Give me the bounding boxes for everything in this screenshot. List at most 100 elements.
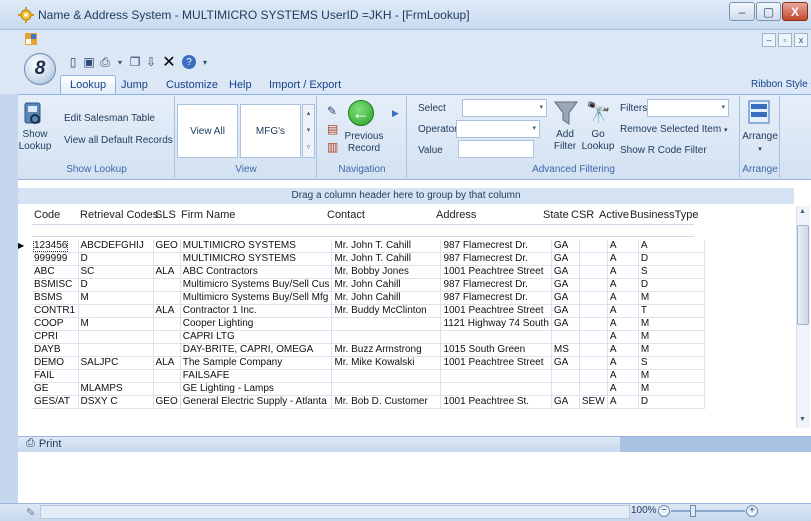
cell-active[interactable]: A [607,252,639,267]
cell-active[interactable]: A [607,356,639,371]
cell-retrieval-codes[interactable]: D [78,278,154,293]
cell-business-type[interactable]: M [638,317,705,332]
copy-icon[interactable]: ❐ [128,55,142,69]
cell-sls[interactable]: GEO [153,240,181,254]
cell-state[interactable] [551,330,580,345]
cell-contact[interactable]: Mr. John Cahill [331,291,442,306]
cell-contact[interactable]: Mr. John T. Cahill [331,240,442,254]
cell-active[interactable]: A [607,265,639,280]
cell-firm-name[interactable]: MULTIMICRO SYSTEMS [180,240,333,254]
mdi-minimize-button[interactable]: – [762,33,776,47]
cell-contact[interactable]: Mr. John T. Cahill [331,252,442,267]
cell-firm-name[interactable]: ABC Contractors [180,265,333,280]
delete-x-icon[interactable]: ✕ [162,54,176,71]
arrange-button[interactable]: Arrange ▾ [740,131,780,156]
cell-sls[interactable] [153,343,181,358]
cell-csr[interactable] [579,356,608,371]
cell-address[interactable] [440,382,552,397]
cell-contact[interactable]: Mr. John Cahill [331,278,442,293]
cell-retrieval-codes[interactable]: MLAMPS [78,382,154,397]
remove-selected-item-button[interactable]: Remove Selected Item ▾ [620,124,727,135]
next-arrow-icon[interactable]: ▶ [392,108,399,119]
column-header-retrieval-codes[interactable]: Retrieval Codes [78,206,158,224]
download-icon[interactable]: ⇩ [144,55,158,69]
cell-business-type[interactable]: M [638,369,705,384]
column-header-code[interactable]: Code [32,206,78,224]
cell-business-type[interactable]: D [638,278,705,293]
cell-state[interactable]: GA [551,317,580,332]
table-row[interactable]: ▶ 123456 ABCDEFGHIJ GEO MULTIMICRO SYSTEMS Mr… [18,240,705,254]
mdi-close-button[interactable]: x [794,33,808,47]
ribbon-style-menu[interactable]: Ribbon Style ▾ [742,75,811,94]
tab-import-export[interactable]: Import / Export [260,75,350,94]
cell-firm-name[interactable]: Multimicro Systems Buy/Sell Mfg [180,291,333,306]
cell-business-type[interactable]: A [638,240,705,254]
cell-code[interactable]: 999999 [32,252,79,267]
cell-address[interactable] [440,330,552,345]
minimize-button[interactable]: – [729,2,755,21]
cell-code[interactable]: BSMISC [32,278,79,293]
cell-code[interactable]: 123456 [32,240,79,254]
cell-sls[interactable] [153,291,181,306]
table-row[interactable]: BSMS M Multimicro Systems Buy/Sell Mfg Mr. … [18,291,705,306]
cell-sls[interactable]: ALA [153,304,181,319]
cell-firm-name[interactable]: General Electric Supply - Atlanta [180,395,333,410]
cell-firm-name[interactable]: MULTIMICRO SYSTEMS [180,252,333,267]
cell-contact[interactable]: Mr. Bob D. Customer [331,395,442,410]
table-row[interactable]: CPRI CAPRI LTG A M [18,330,705,345]
scroll-down-arrow-icon[interactable]: ▼ [799,416,806,423]
cell-state[interactable]: GA [551,356,580,371]
cell-csr[interactable] [579,240,608,254]
cell-active[interactable]: A [607,291,639,306]
maximize-button[interactable]: ▢ [756,2,781,21]
cell-sls[interactable]: GEO [153,395,181,410]
view-all-button[interactable]: View All [177,104,238,158]
column-header-business-type[interactable]: BusinessType [628,206,698,224]
cell-active[interactable]: A [607,317,639,332]
cell-csr[interactable] [579,330,608,345]
save-icon[interactable]: ▣ [82,55,96,69]
cell-contact[interactable]: Mr. Buddy McClinton [331,304,442,319]
scrollbar-thumb[interactable] [797,225,809,325]
cell-address[interactable]: 987 Flamecrest Dr. [440,278,552,293]
application-orb[interactable]: 8 [24,53,56,85]
select-combo[interactable]: ▾ [462,99,547,117]
zoom-slider-thumb[interactable] [690,505,696,517]
view-gallery-scroll[interactable]: ▴ ▾ ▿ [302,104,315,158]
cell-code[interactable]: BSMS [32,291,79,306]
cell-active[interactable]: A [607,278,639,293]
cell-business-type[interactable]: D [638,395,705,410]
cell-business-type[interactable]: T [638,304,705,319]
cell-firm-name[interactable]: The Sample Company [180,356,333,371]
cell-contact[interactable]: Mr. Mike Kowalski [331,356,442,371]
close-button[interactable]: X [782,2,808,21]
dropdown-arrow-icon[interactable]: ▾ [113,55,127,69]
edit-pencil-icon[interactable]: ✎ [327,104,341,118]
column-header-csr[interactable]: CSR [569,206,597,224]
cell-code[interactable]: GES/AT [32,395,79,410]
column-header-address[interactable]: Address [434,206,541,224]
tab-customize[interactable]: Customize [157,75,227,94]
cell-business-type[interactable]: S [638,356,705,371]
cell-sls[interactable] [153,252,181,267]
tab-jump[interactable]: Jump [112,75,157,94]
cell-retrieval-codes[interactable]: SALJPC [78,356,154,371]
column-header-firm-name[interactable]: Firm Name [179,206,325,224]
table-row[interactable]: CONTR1 ALA Contractor 1 Inc. Mr. Buddy McCl… [18,304,705,319]
cell-firm-name[interactable]: FAILSAFE [180,369,333,384]
cell-code[interactable]: GE [32,382,79,397]
print-button[interactable]: ⎙ Print [26,437,61,450]
cell-csr[interactable] [579,265,608,280]
tab-lookup[interactable]: Lookup [60,75,117,94]
cell-firm-name[interactable]: CAPRI LTG [180,330,333,345]
column-header-sls[interactable]: SLS [153,206,179,224]
scroll-up-arrow-icon[interactable]: ▲ [799,208,806,215]
tab-help[interactable]: Help [220,75,261,94]
cell-firm-name[interactable]: GE Lighting - Lamps [180,382,333,397]
cell-retrieval-codes[interactable]: M [78,291,154,306]
operator-combo[interactable]: ▾ [456,120,540,138]
cell-business-type[interactable]: M [638,330,705,345]
cell-state[interactable]: GA [551,265,580,280]
cell-sls[interactable] [153,382,181,397]
cell-firm-name[interactable]: Contractor 1 Inc. [180,304,333,319]
